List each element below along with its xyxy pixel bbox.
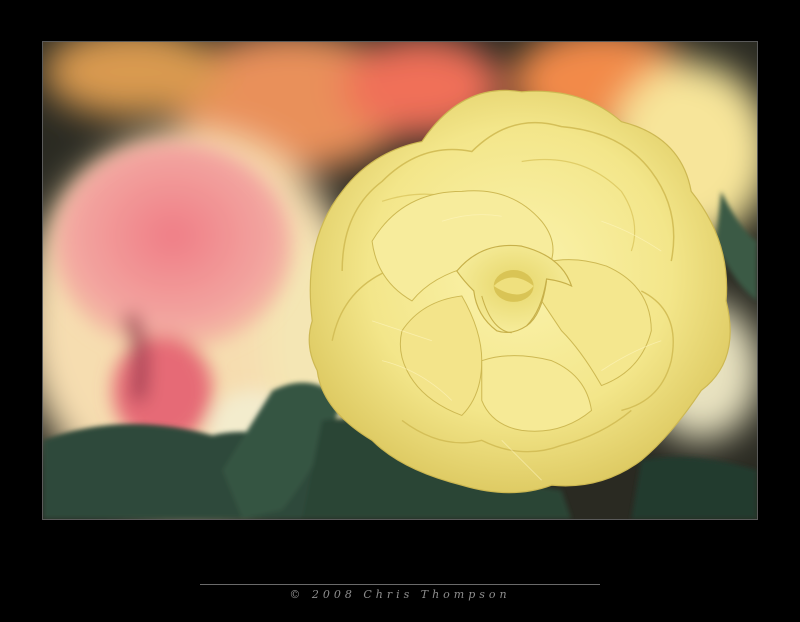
begonia-photo	[43, 42, 757, 519]
photo-frame	[42, 41, 758, 520]
copyright-caption: © 2008 Chris Thompson	[289, 588, 511, 601]
caption-divider	[200, 584, 600, 585]
